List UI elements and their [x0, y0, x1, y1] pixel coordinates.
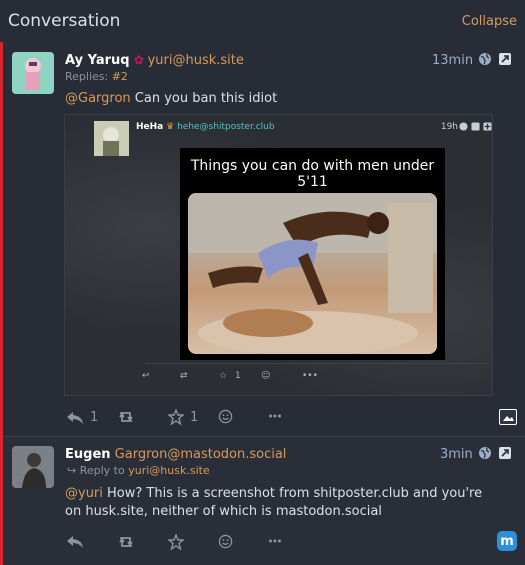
embedded-plus-icon: [483, 122, 492, 131]
embedded-divider: [145, 363, 490, 364]
flower-emoji-icon: ✿: [133, 53, 148, 67]
favourite-button[interactable]: [168, 534, 184, 550]
meme-photo: [188, 193, 437, 354]
open-external-icon[interactable]: [498, 52, 512, 66]
meme-caption: Things you can do with men under 5'11: [190, 158, 435, 190]
replies-info: Replies: #2: [65, 70, 128, 83]
more-button[interactable]: [268, 409, 282, 423]
collapse-button[interactable]: Collapse: [462, 14, 517, 29]
media-attachment[interactable]: HeHa ♛ hehe@shitposter.club 19h Things y…: [64, 114, 493, 396]
embedded-status: HeHa ♛ hehe@shitposter.club 19h Things y…: [90, 115, 492, 395]
status-time[interactable]: 3min: [440, 447, 473, 462]
embedded-handle: hehe@shitposter.club: [177, 122, 275, 132]
display-name: Ay Yaruq: [65, 53, 130, 68]
embedded-boost-icon: ⇄: [180, 371, 188, 381]
boost-button[interactable]: [117, 410, 135, 424]
emoji-reaction-button[interactable]: [218, 409, 233, 424]
more-button[interactable]: [268, 534, 282, 548]
display-name: Eugen: [65, 447, 111, 462]
embedded-external-icon: [471, 122, 480, 131]
reply-count: 1: [90, 410, 99, 425]
status-author[interactable]: Eugen Gargron@mastodon.social: [65, 447, 286, 462]
star-icon: [168, 409, 184, 425]
embedded-emoji-icon: ♛: [166, 122, 175, 132]
replies-label: Replies:: [65, 70, 109, 83]
column-title: Conversation: [8, 11, 121, 31]
embedded-more-icon: •••: [302, 371, 318, 381]
smiley-icon: [218, 534, 233, 549]
favourite-count: 1: [190, 409, 199, 425]
reply-icon: [67, 536, 83, 548]
reply-arrow-icon: ↪: [67, 464, 77, 477]
mastodon-logo-icon: m: [497, 531, 517, 551]
status-content: @Gargron Can you ban this idiot: [65, 90, 505, 108]
reply-button[interactable]: 1: [66, 410, 98, 425]
boost-icon: [119, 412, 133, 422]
reply-to-label: Reply to: [79, 464, 125, 477]
meme-image: Things you can do with men under 5'11: [180, 148, 445, 360]
mention-link[interactable]: @yuri: [65, 486, 103, 501]
status-time[interactable]: 13min: [432, 53, 473, 68]
status-content: @yuri How? This is a screenshot from shi…: [65, 485, 495, 521]
account-handle: Gargron@mastodon.social: [114, 447, 287, 462]
embedded-fav-count: 1: [235, 371, 241, 381]
embedded-author: HeHa ♛ hehe@shitposter.club: [136, 122, 275, 132]
reply-icon: [67, 411, 83, 424]
status-author[interactable]: Ay Yaruq ✿ yuri@husk.site: [65, 53, 244, 68]
account-handle: yuri@husk.site: [147, 53, 244, 68]
status-text: How? This is a screenshot from shitposte…: [65, 486, 483, 519]
status-text: Can you ban this idiot: [130, 91, 278, 106]
mention-link[interactable]: @Gargron: [65, 91, 131, 106]
boost-icon: [119, 537, 133, 547]
more-icon: [269, 414, 281, 418]
avatar[interactable]: [12, 52, 54, 94]
globe-icon: [479, 447, 491, 459]
smiley-icon: [218, 409, 233, 424]
embedded-emoji-react-icon: ☺: [261, 371, 271, 381]
embedded-display-name: HeHa: [136, 122, 164, 132]
embedded-star-icon: ☆: [219, 371, 228, 381]
reply-button[interactable]: [66, 535, 84, 549]
reply-to-info: ↪ Reply to yuri@husk.site: [67, 464, 210, 477]
embedded-reply-icon: ↩: [142, 371, 150, 381]
embedded-avatar: [94, 121, 129, 156]
embedded-time: 19h: [440, 122, 458, 132]
globe-icon: [479, 53, 491, 65]
open-external-icon[interactable]: [498, 446, 512, 460]
embedded-globe-icon: [459, 122, 468, 131]
reply-to-handle[interactable]: yuri@husk.site: [128, 464, 209, 477]
more-icon: [269, 539, 281, 543]
emoji-reaction-button[interactable]: [218, 534, 233, 549]
favourite-button[interactable]: 1: [168, 409, 198, 425]
avatar[interactable]: [12, 446, 54, 488]
replies-link[interactable]: #2: [112, 70, 128, 83]
media-icon[interactable]: [499, 409, 517, 425]
column-header: Conversation Collapse: [0, 0, 525, 42]
star-icon: [168, 534, 184, 550]
boost-button[interactable]: [117, 535, 135, 549]
